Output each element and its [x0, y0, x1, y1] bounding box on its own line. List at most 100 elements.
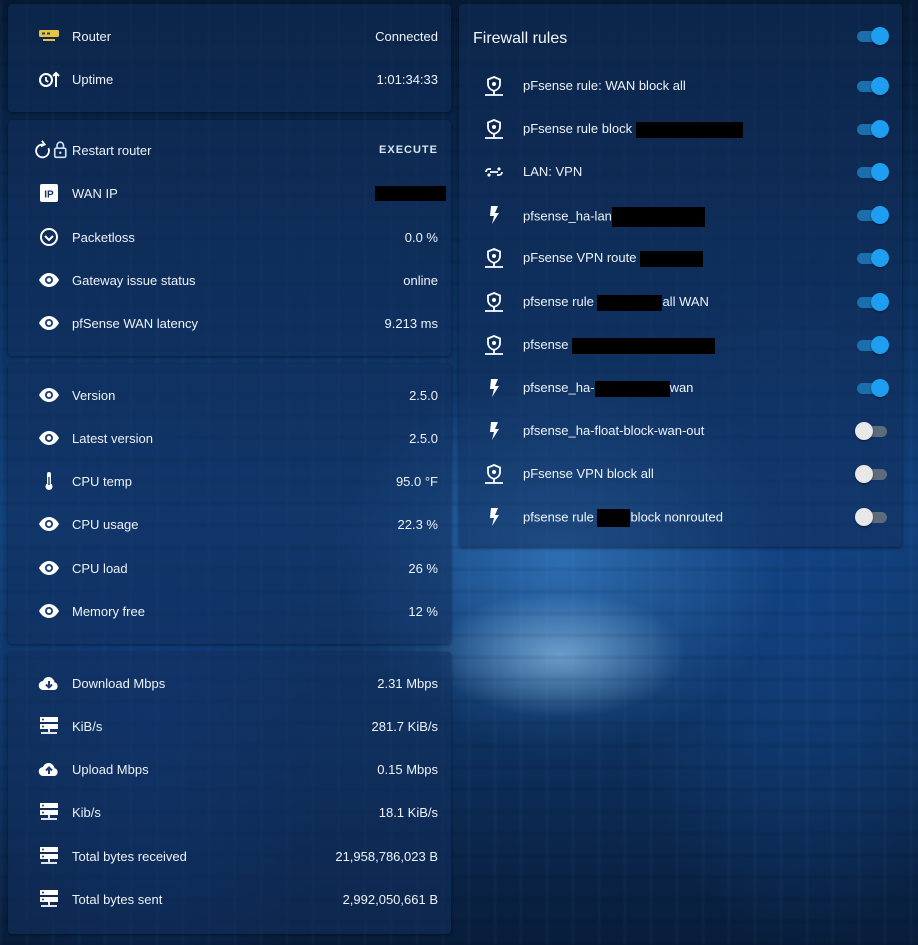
redaction: [597, 509, 631, 527]
upload-kibs-row[interactable]: Kib/s 18.1 KiB/s: [8, 792, 451, 832]
router-status: Connected: [375, 28, 438, 44]
upload-kibs-value: 18.1 KiB/s: [378, 804, 438, 820]
server-icon: [30, 844, 68, 868]
thermometer-icon: [30, 469, 68, 493]
bytes-received-row[interactable]: Total bytes received 21,958,786,023 B: [8, 836, 451, 876]
rule-toggle[interactable]: [855, 508, 889, 526]
rule-toggle[interactable]: [855, 336, 889, 354]
rule-label: pfsense: [523, 337, 569, 352]
rule-toggle[interactable]: [855, 77, 889, 95]
shield-pin-icon: [475, 333, 513, 357]
firewall-rule-row[interactable]: pFsense rule block: [459, 109, 902, 149]
rule-label: pfsense rule: [523, 509, 594, 525]
cpu-temp-value: 95.0 °F: [395, 473, 438, 489]
router-icon: [30, 24, 68, 48]
router-row[interactable]: Router Connected: [8, 16, 451, 56]
rule-label-wrap: pfsense_ha-lan: [523, 207, 705, 227]
ip-icon: IP: [30, 181, 68, 205]
upload-row[interactable]: Upload Mbps 0.15 Mbps: [8, 749, 451, 789]
upload-label: Upload Mbps: [72, 761, 149, 777]
firewall-rule-row[interactable]: pfsense rule all WAN: [459, 282, 902, 322]
uptime-icon: [30, 67, 68, 91]
execute-button[interactable]: EXECUTE: [379, 144, 438, 156]
eye-icon: [30, 512, 68, 536]
redaction: [635, 121, 743, 138]
version-value: 2.5.0: [409, 387, 438, 403]
download-row[interactable]: Download Mbps 2.31 Mbps: [8, 663, 451, 703]
router-card: Router Connected Uptime 1:01:34:33: [8, 4, 451, 112]
rule-toggle[interactable]: [855, 293, 889, 311]
cloud-upload-icon: [30, 757, 68, 781]
version-row[interactable]: Version 2.5.0: [8, 375, 451, 415]
latest-version-row[interactable]: Latest version 2.5.0: [8, 418, 451, 458]
cpu-load-row[interactable]: CPU load 26 %: [8, 548, 451, 588]
download-kibs-row[interactable]: KiB/s 281.7 KiB/s: [8, 706, 451, 746]
redaction: [597, 294, 663, 311]
cpu-temp-row[interactable]: CPU temp 95.0 °F: [8, 461, 451, 501]
wan-latency-value: 9.213 ms: [384, 315, 438, 331]
eye-icon: [30, 599, 68, 623]
lan-link-icon: [475, 160, 513, 184]
flash-icon: [475, 376, 513, 400]
flash-icon: [475, 505, 513, 529]
bytes-sent-row[interactable]: Total bytes sent 2,992,050,661 B: [8, 879, 451, 919]
rule-label-wrap: pFsense rule block: [523, 121, 743, 138]
rule-label: pfsense_ha-: [523, 380, 595, 395]
rule-label-wrap: pfsense_ha-wan: [523, 380, 693, 397]
rule-toggle[interactable]: [855, 422, 889, 440]
cpu-load-value: 26 %: [408, 560, 438, 576]
eye-icon: [30, 311, 68, 335]
wan-ip-label: WAN IP: [72, 185, 118, 201]
firewall-master-toggle[interactable]: [855, 27, 889, 45]
gateway-status-row[interactable]: Gateway issue status online: [8, 260, 451, 300]
rule-toggle[interactable]: [855, 206, 889, 224]
firewall-rule-row[interactable]: pfsense_ha-lan: [459, 195, 902, 235]
rule-label: pfsense rule: [523, 294, 594, 309]
redaction: [594, 380, 670, 397]
upload-kibs-label: Kib/s: [72, 804, 101, 820]
rule-label: pFsense VPN block all: [523, 466, 654, 481]
memory-free-row[interactable]: Memory free 12 %: [8, 591, 451, 631]
check-circle-icon: [30, 225, 68, 249]
bytes-sent-value: 2,992,050,661 B: [342, 891, 438, 907]
shield-pin-icon: [475, 117, 513, 141]
restart-router-row: Restart router EXECUTE: [8, 130, 451, 170]
cpu-usage-row[interactable]: CPU usage 22.3 %: [8, 504, 451, 544]
rule-label: pfsense_ha-lan: [523, 208, 612, 224]
gateway-status-label: Gateway issue status: [72, 272, 196, 288]
rule-label-suffix: block nonrouted: [630, 509, 723, 525]
redaction: [640, 250, 704, 267]
download-kibs-label: KiB/s: [72, 718, 103, 734]
bytes-sent-label: Total bytes sent: [72, 891, 163, 907]
packetloss-row[interactable]: Packetloss 0.0 %: [8, 217, 451, 257]
uptime-row[interactable]: Uptime 1:01:34:33: [8, 59, 451, 99]
rule-label: pFsense rule: WAN block all: [523, 78, 686, 93]
rule-toggle[interactable]: [855, 379, 889, 397]
firewall-title: Firewall rules: [473, 30, 568, 47]
wan-latency-label: pfSense WAN latency: [72, 315, 198, 331]
cpu-usage-label: CPU usage: [72, 516, 139, 532]
firewall-rule-row[interactable]: pFsense rule: WAN block all: [459, 66, 902, 106]
shield-pin-icon: [475, 74, 513, 98]
firewall-rule-row[interactable]: pfsense: [459, 325, 902, 365]
wan-ip-row[interactable]: IP WAN IP: [8, 173, 451, 213]
wan-latency-row[interactable]: pfSense WAN latency 9.213 ms: [8, 303, 451, 343]
firewall-rule-row[interactable]: pFsense VPN block all: [459, 454, 902, 494]
packetloss-value: 0.0 %: [404, 229, 438, 245]
firewall-rule-row[interactable]: pFsense VPN route: [459, 238, 902, 278]
memory-free-value: 12 %: [408, 603, 438, 619]
rule-toggle[interactable]: [855, 249, 889, 267]
rule-toggle[interactable]: [855, 465, 889, 483]
rule-toggle[interactable]: [855, 120, 889, 138]
restart-lock-icon: [30, 138, 74, 162]
router-label: Router: [72, 28, 112, 44]
rule-toggle[interactable]: [855, 163, 889, 181]
firewall-rule-row[interactable]: pfsense_ha-float-block-wan-out: [459, 411, 902, 451]
flash-icon: [475, 203, 513, 227]
firewall-rule-row[interactable]: pfsense rule block nonrouted: [459, 497, 902, 537]
firewall-rule-row[interactable]: pfsense_ha-wan: [459, 368, 902, 408]
shield-pin-icon: [475, 290, 513, 314]
eye-icon: [30, 556, 68, 580]
wan-ip-value: [375, 185, 446, 202]
firewall-rule-row[interactable]: LAN: VPN: [459, 152, 902, 192]
